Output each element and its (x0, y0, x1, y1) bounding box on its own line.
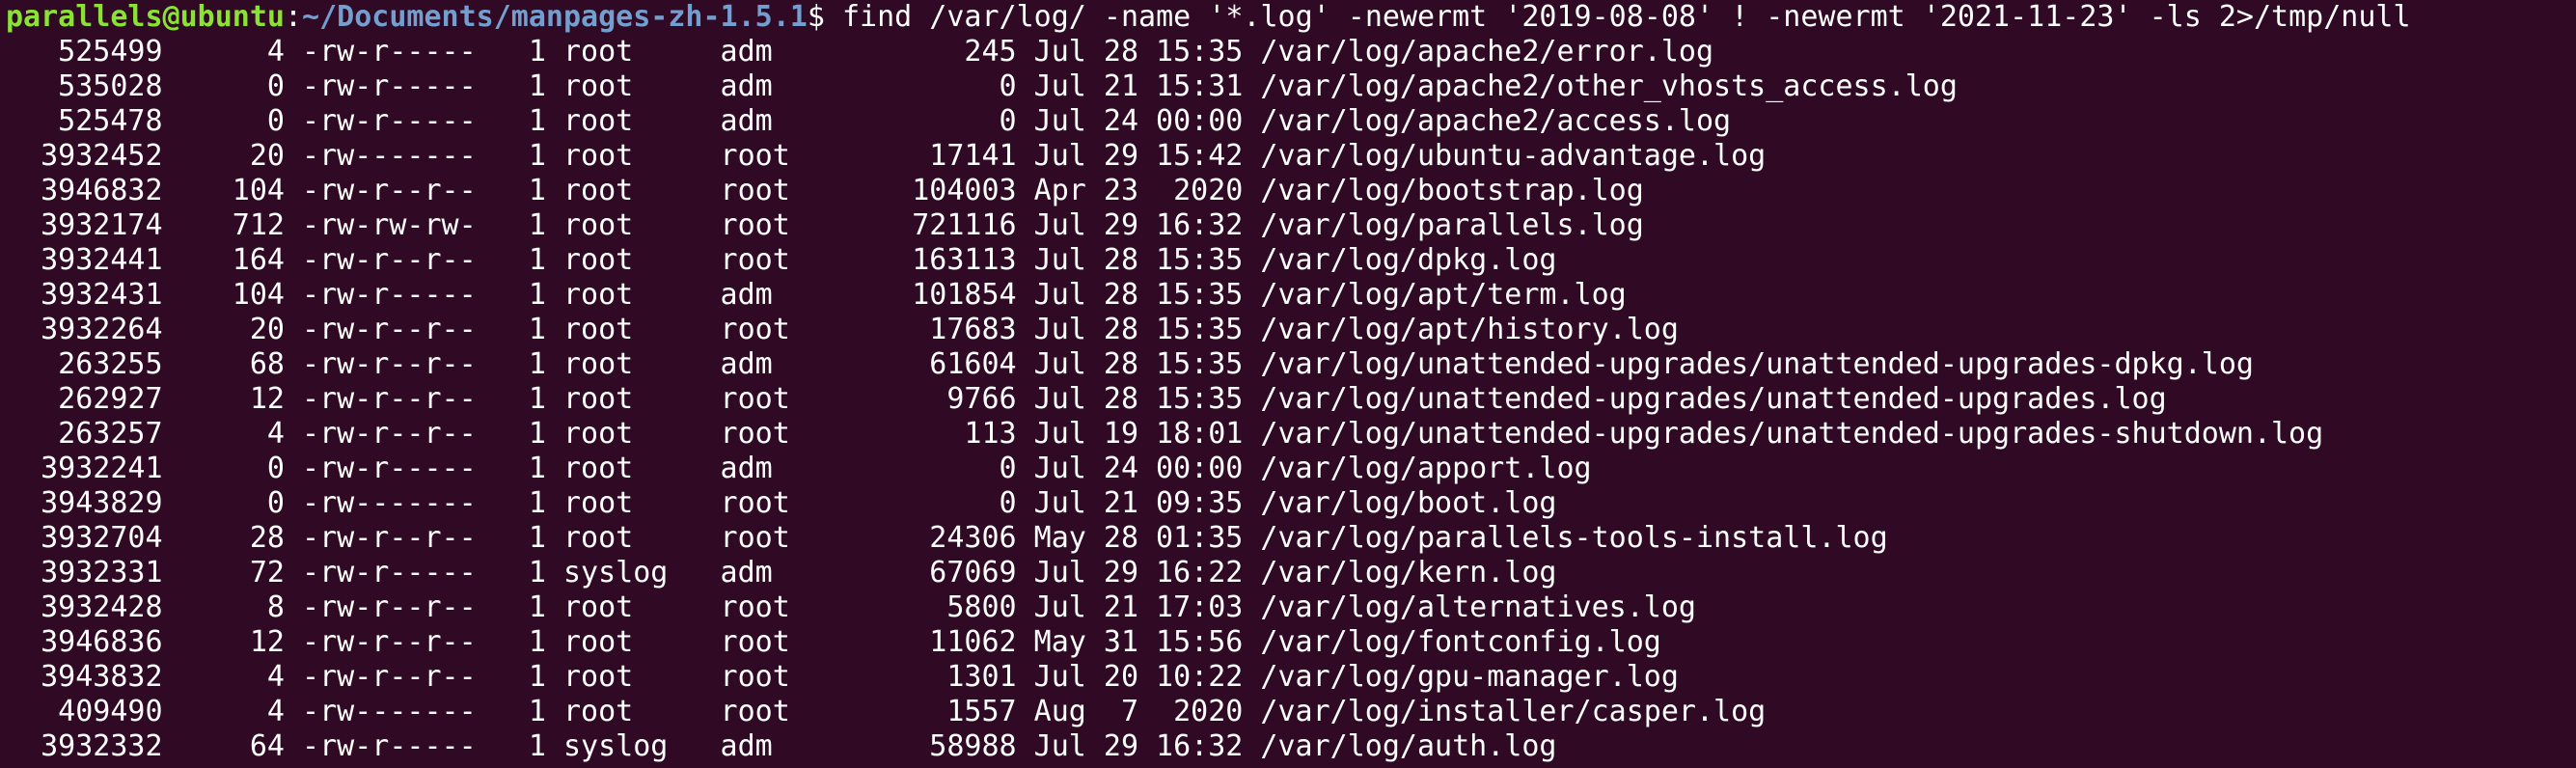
output-row: 263257 4 -rw-r--r-- 1 root root 113 Jul … (6, 417, 2324, 451)
output-row: 3932704 28 -rw-r--r-- 1 root root 24306 … (6, 521, 1888, 555)
prompt-user-host: parallels@ubuntu (6, 0, 285, 34)
output-row: 3932264 20 -rw-r--r-- 1 root root 17683 … (6, 313, 1679, 346)
output-row: 263255 68 -rw-r--r-- 1 root adm 61604 Ju… (6, 347, 2254, 381)
output-row: 525478 0 -rw-r----- 1 root adm 0 Jul 24 … (6, 104, 1732, 138)
output-row: 262927 12 -rw-r--r-- 1 root root 9766 Ju… (6, 382, 2167, 416)
output-row: 3932428 8 -rw-r--r-- 1 root root 5800 Ju… (6, 590, 1696, 624)
output-row: 3946836 12 -rw-r--r-- 1 root root 11062 … (6, 625, 1661, 659)
terminal-window[interactable]: parallels@ubuntu:~/Documents/manpages-zh… (0, 0, 2576, 768)
output-row: 3932241 0 -rw-r----- 1 root adm 0 Jul 24… (6, 452, 1592, 485)
output-row: 3932174 712 -rw-rw-rw- 1 root root 72111… (6, 208, 1644, 242)
output-row: 3932431 104 -rw-r----- 1 root adm 101854… (6, 278, 1627, 312)
output-row: 535028 0 -rw-r----- 1 root adm 0 Jul 21 … (6, 69, 1958, 103)
prompt-line: parallels@ubuntu:~/Documents/manpages-zh… (6, 0, 2576, 35)
output-row: 3932452 20 -rw------- 1 root root 17141 … (6, 139, 1767, 173)
prompt-separator: : (284, 0, 303, 34)
output-row: 525499 4 -rw-r----- 1 root adm 245 Jul 2… (6, 35, 1714, 69)
command-text: find /var/log/ -name '*.log' -newermt '2… (841, 0, 2411, 34)
output-row: 3932332 64 -rw-r----- 1 syslog adm 58988… (6, 729, 1557, 763)
output-row: 3943829 0 -rw------- 1 root root 0 Jul 2… (6, 486, 1557, 520)
prompt-dollar: $ (807, 0, 842, 34)
output-row: 3946832 104 -rw-r--r-- 1 root root 10400… (6, 174, 1644, 207)
prompt-path: ~/Documents/manpages-zh-1.5.1 (302, 0, 808, 34)
output-row: 3932441 164 -rw-r--r-- 1 root root 16311… (6, 243, 1557, 277)
output-row: 409490 4 -rw------- 1 root root 1557 Aug… (6, 695, 1767, 728)
output-row: 3943832 4 -rw-r--r-- 1 root root 1301 Ju… (6, 660, 1679, 694)
output-row: 3932331 72 -rw-r----- 1 syslog adm 67069… (6, 556, 1557, 590)
